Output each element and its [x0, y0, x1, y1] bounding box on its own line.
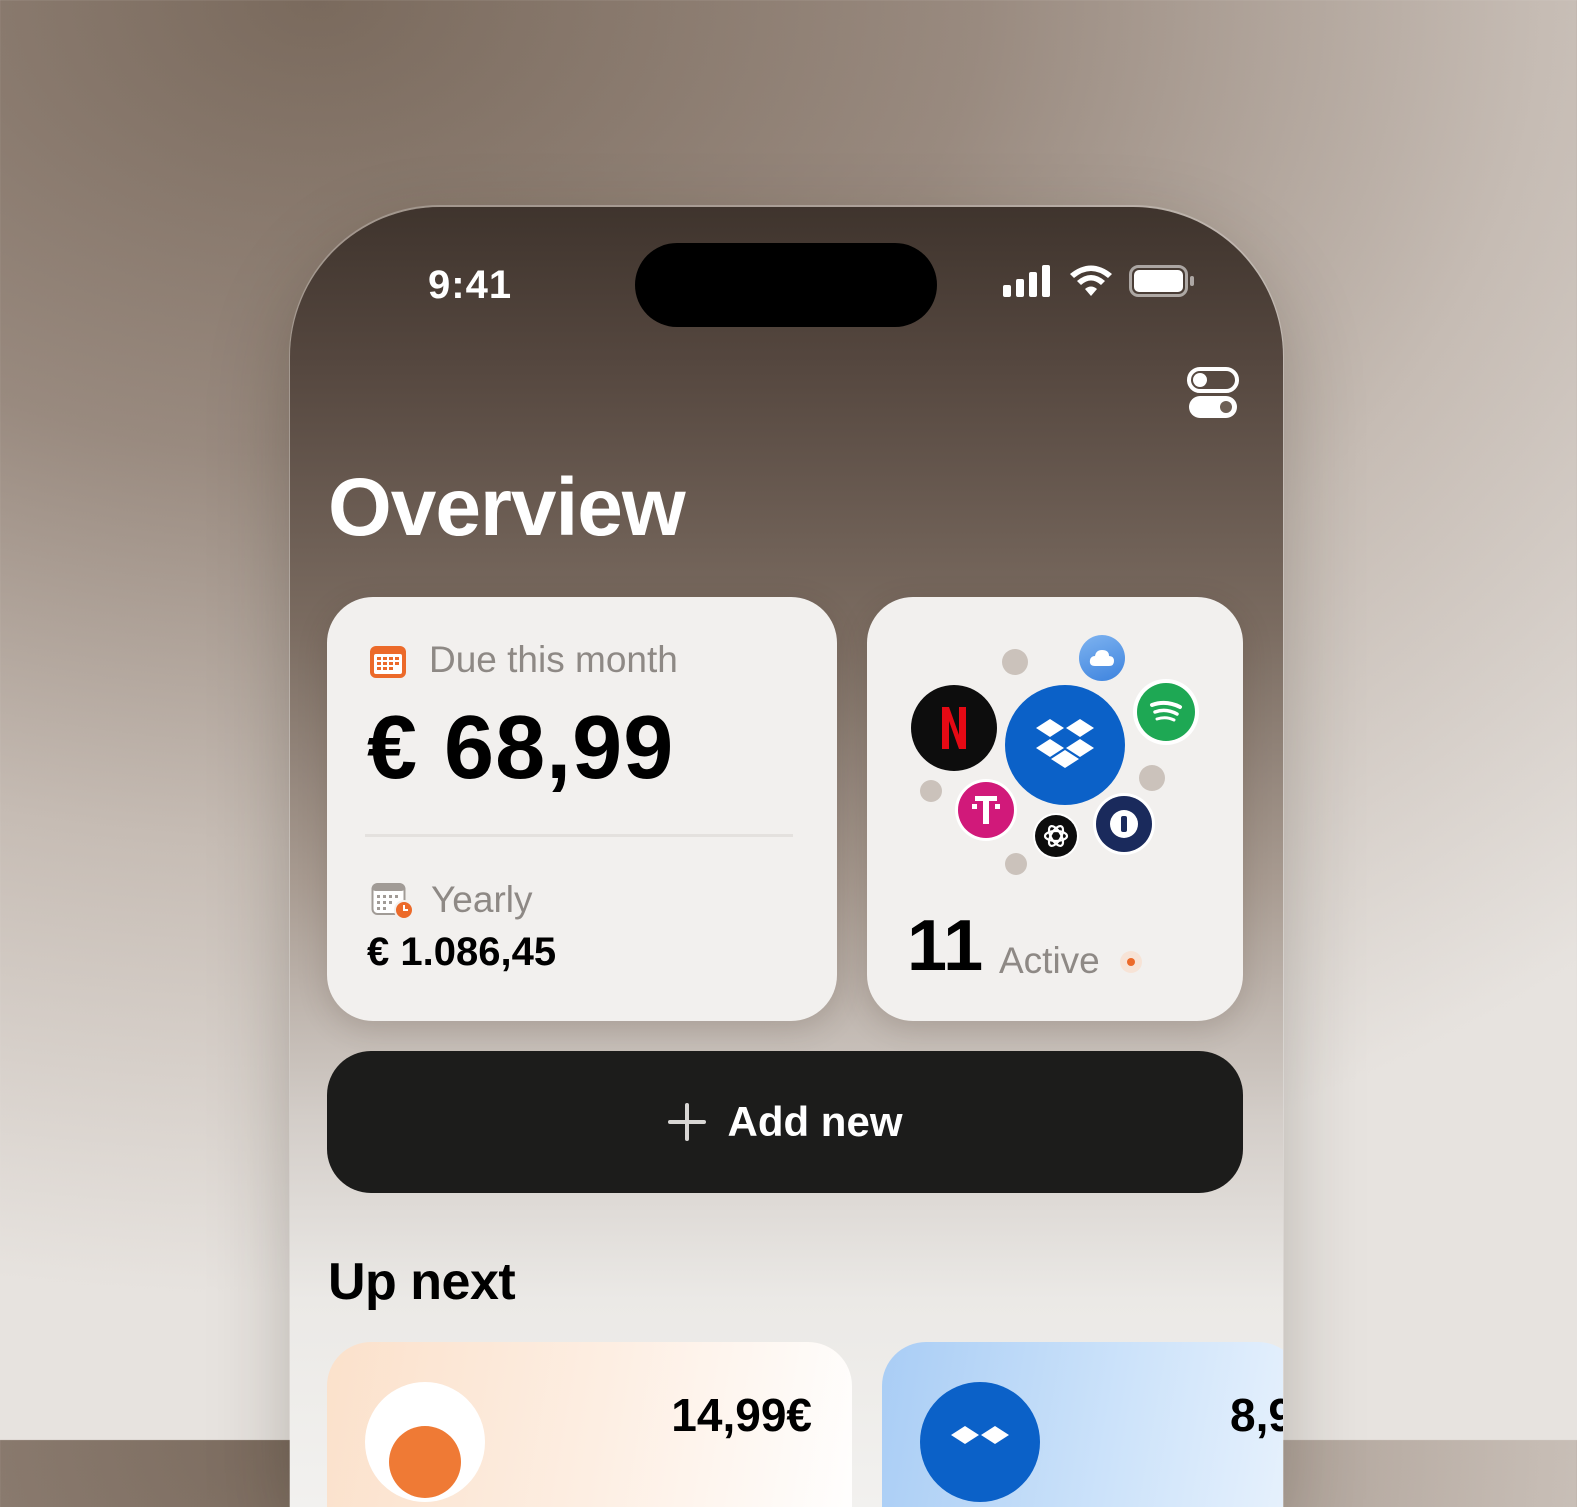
- telekom-icon: [955, 779, 1017, 841]
- active-label: Active: [999, 940, 1100, 981]
- dropbox-icon: [1005, 685, 1125, 805]
- icloud-icon: [1079, 635, 1125, 681]
- up-next-heading: Up next: [328, 1253, 516, 1311]
- status-icons: [1003, 265, 1195, 297]
- upcoming-card[interactable]: 14,99€: [327, 1342, 852, 1507]
- chatgpt-icon: [1033, 813, 1079, 859]
- calendar-icon: [370, 646, 406, 678]
- upcoming-price: 14,99€: [671, 1389, 812, 1441]
- wifi-icon: [1070, 265, 1112, 296]
- service-logo-icon: [365, 1382, 485, 1502]
- page-title: Overview: [328, 462, 686, 553]
- upcoming-card[interactable]: 8,9: [882, 1342, 1283, 1507]
- due-this-month-card[interactable]: Due this month € 68,99 Yearly € 1.086,45: [327, 597, 837, 1021]
- active-count: 11: [907, 906, 984, 986]
- netflix-icon: [911, 685, 997, 771]
- decorative-dot: [920, 780, 942, 802]
- decorative-dot: [1005, 853, 1027, 875]
- dynamic-island: [635, 243, 937, 327]
- due-label: Due this month: [429, 639, 678, 680]
- cellular-signal-icon: [1003, 265, 1050, 297]
- 1password-icon: [1093, 793, 1155, 855]
- decorative-dot: [1002, 649, 1028, 675]
- add-new-label: Add new: [727, 1098, 903, 1145]
- phone-screen: 9:41 Overview Due this month € 68,99 Yea…: [290, 207, 1283, 1507]
- upcoming-price: 8,9: [1230, 1389, 1283, 1441]
- yearly-amount: € 1.086,45: [367, 930, 557, 974]
- dropbox-icon: [920, 1382, 1040, 1502]
- plus-icon: [667, 1103, 706, 1141]
- decorative-dot: [1139, 765, 1165, 791]
- active-status-indicator: [1120, 951, 1142, 973]
- yearly-label: Yearly: [431, 879, 533, 920]
- yearly-calendar-icon: [371, 883, 414, 920]
- add-new-button[interactable]: Add new: [327, 1051, 1243, 1193]
- battery-icon: [1129, 265, 1194, 297]
- card-divider: [365, 834, 793, 837]
- due-amount: € 68,99: [367, 698, 675, 798]
- spotify-icon: [1133, 679, 1199, 745]
- settings-toggle-icon[interactable]: [1187, 367, 1239, 421]
- status-time: 9:41: [428, 263, 513, 307]
- active-subscriptions-card[interactable]: 11 Active: [867, 597, 1243, 1021]
